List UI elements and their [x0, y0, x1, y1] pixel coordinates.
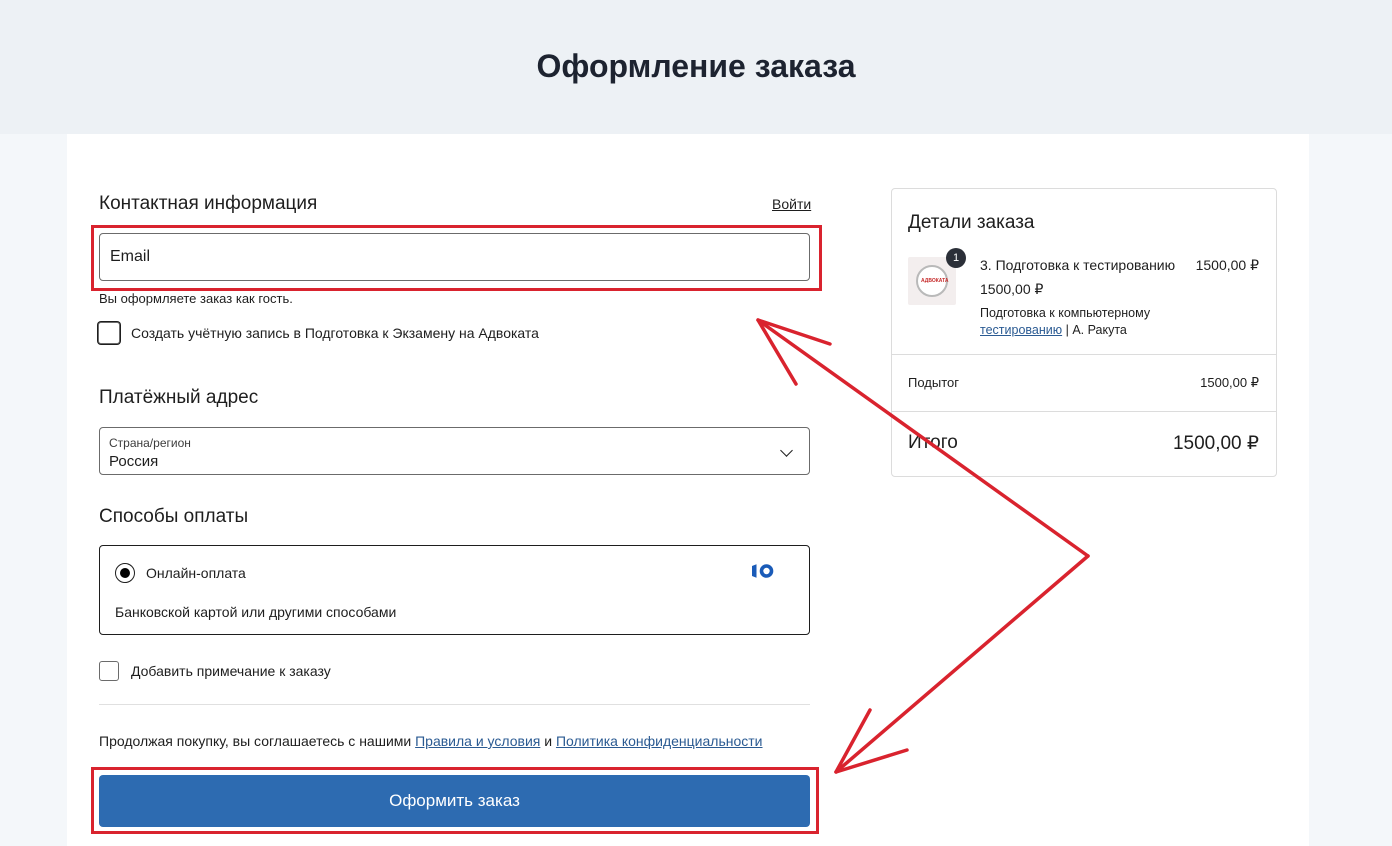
- product-description-author: | А. Ракута: [1065, 323, 1127, 337]
- page-title: Оформление заказа: [536, 48, 856, 84]
- country-select-label: Страна/регион: [109, 436, 191, 450]
- total-label: Итого: [908, 432, 958, 453]
- contact-section-title: Контактная информация: [99, 193, 318, 214]
- terms-text: Продолжая покупку, вы соглашаетесь с наш…: [99, 733, 763, 749]
- summary-divider: [892, 354, 1276, 355]
- payment-section-title: Способы оплаты: [99, 506, 249, 527]
- payment-method-description: Банковской картой или другими способами: [115, 604, 397, 620]
- subtotal-value: 1500,00 ₽: [1200, 375, 1259, 390]
- yoomoney-icon: [752, 564, 774, 578]
- order-note-label: Добавить примечание к заказу: [131, 663, 331, 679]
- product-line-total: 1500,00 ₽: [1195, 257, 1259, 273]
- order-summary: Детали заказа АДВОКАТА 1 3. Подготовка к…: [891, 188, 1277, 477]
- terms-conjunction: и: [544, 733, 553, 749]
- login-link[interactable]: Войти: [772, 196, 811, 212]
- country-select-value: Россия: [109, 453, 159, 470]
- product-description: Подготовка к компьютерному тестированию …: [980, 305, 1150, 339]
- product-description-link[interactable]: тестированию: [980, 323, 1062, 337]
- product-seal-text: АДВОКАТА: [921, 278, 949, 284]
- terms-prefix: Продолжая покупку, вы соглашаетесь с наш…: [99, 733, 412, 749]
- product-seal-image: АДВОКАТА: [916, 265, 949, 297]
- create-account-checkbox[interactable]: [98, 322, 120, 344]
- order-summary-title: Детали заказа: [908, 212, 1035, 233]
- place-order-button[interactable]: Оформить заказ: [99, 775, 810, 827]
- subtotal-label: Подытог: [908, 375, 959, 390]
- payment-method-option[interactable]: Онлайн-оплата Банковской картой или друг…: [99, 545, 810, 635]
- guest-note: Вы оформляете заказ как гость.: [99, 291, 293, 306]
- payment-method-label: Онлайн-оплата: [146, 565, 246, 581]
- email-input[interactable]: [99, 233, 810, 281]
- create-account-label: Создать учётную запись в Подготовка к Эк…: [131, 325, 539, 341]
- product-description-text: Подготовка к компьютерному: [980, 306, 1151, 320]
- privacy-policy-link[interactable]: Политика конфиденциальности: [556, 733, 763, 749]
- product-name: 3. Подготовка к тестированию: [980, 257, 1176, 273]
- chevron-down-icon: [780, 444, 793, 457]
- total-value: 1500,00 ₽: [1172, 433, 1259, 454]
- quantity-badge: 1: [946, 248, 966, 268]
- product-price: 1500,00 ₽: [980, 281, 1044, 297]
- payment-method-radio[interactable]: [115, 563, 135, 583]
- billing-section-title: Платёжный адрес: [99, 387, 259, 408]
- divider: [99, 704, 810, 705]
- country-select[interactable]: Страна/регион Россия: [99, 427, 810, 475]
- order-note-checkbox[interactable]: [99, 661, 119, 681]
- page-header: Оформление заказа: [0, 0, 1392, 134]
- terms-link[interactable]: Правила и условия: [415, 733, 540, 749]
- summary-divider: [892, 411, 1276, 412]
